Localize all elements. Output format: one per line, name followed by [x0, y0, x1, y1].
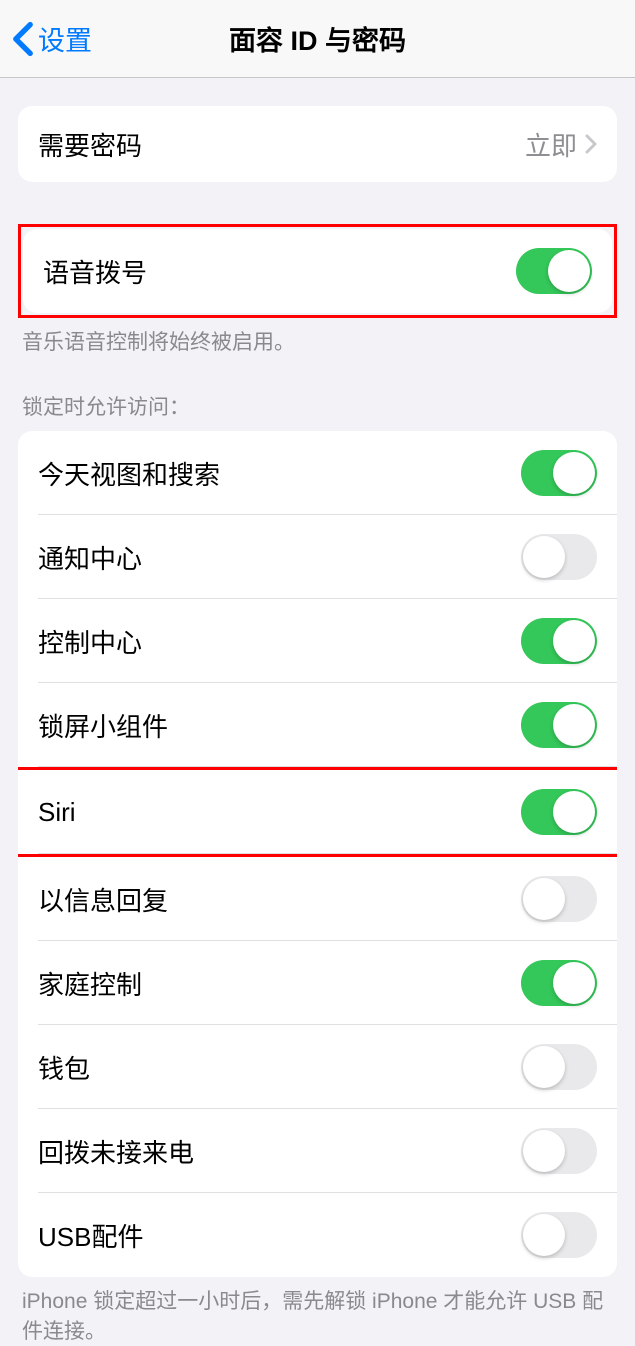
locked-access-list: 今天视图和搜索通知中心控制中心锁屏小组件 Siri 以信息回复家庭控制钱包回拨未接来… [18, 431, 617, 1277]
locked-access-row-回拨未接来电: 回拨未接来电 [18, 1109, 617, 1193]
locked-access-label: 通知中心 [38, 539, 142, 576]
locked-access-row-控制中心: 控制中心 [18, 599, 617, 683]
chevron-left-icon [12, 21, 34, 57]
locked-access-toggle-钱包[interactable] [521, 1044, 597, 1090]
locked-access-toggle-回拨未接来电[interactable] [521, 1128, 597, 1174]
locked-access-toggle-以信息回复[interactable] [521, 876, 597, 922]
separator [38, 853, 617, 854]
voice-dial-label: 语音拨号 [43, 253, 147, 290]
voice-dial-row: 语音拨号 [23, 229, 612, 313]
require-passcode-label: 需要密码 [38, 126, 142, 163]
page-title: 面容 ID 与密码 [229, 19, 406, 58]
require-passcode-row[interactable]: 需要密码 立即 [18, 106, 617, 182]
locked-access-label: 以信息回复 [38, 881, 168, 918]
locked-access-toggle-今天视图和搜索[interactable] [521, 450, 597, 496]
locked-access-row-以信息回复: 以信息回复 [18, 857, 617, 941]
locked-access-toggle-控制中心[interactable] [521, 618, 597, 664]
locked-access-row-今天视图和搜索: 今天视图和搜索 [18, 431, 617, 515]
locked-access-label: 钱包 [38, 1049, 90, 1086]
locked-access-toggle-锁屏小组件[interactable] [521, 702, 597, 748]
locked-access-toggle-通知中心[interactable] [521, 534, 597, 580]
locked-access-label: 家庭控制 [38, 965, 142, 1002]
require-passcode-value: 立即 [525, 126, 577, 163]
locked-access-label: Siri [38, 797, 76, 828]
back-button[interactable]: 设置 [0, 19, 92, 58]
voice-dial-highlight: 语音拨号 [18, 224, 617, 318]
locked-access-row-siri: Siri [18, 767, 617, 857]
locked-access-label: USB配件 [38, 1217, 143, 1254]
back-label: 设置 [38, 19, 92, 58]
locked-access-row-通知中心: 通知中心 [18, 515, 617, 599]
navigation-bar: 设置 面容 ID 与密码 [0, 0, 635, 78]
locked-access-toggle-家庭控制[interactable] [521, 960, 597, 1006]
locked-access-header: 锁定时允许访问： [0, 391, 635, 431]
locked-access-toggle-siri[interactable] [521, 789, 597, 835]
locked-access-label: 今天视图和搜索 [38, 455, 220, 492]
locked-access-toggle-usb配件[interactable] [521, 1212, 597, 1258]
voice-dial-footer: 音乐语音控制将始终被启用。 [0, 318, 635, 357]
locked-access-row-锁屏小组件: 锁屏小组件 [18, 683, 617, 767]
locked-access-label: 控制中心 [38, 623, 142, 660]
locked-access-label: 锁屏小组件 [38, 707, 168, 744]
chevron-right-icon [585, 134, 597, 154]
locked-access-row-usb配件: USB配件 [18, 1193, 617, 1277]
locked-access-label: 回拨未接来电 [38, 1133, 194, 1170]
voice-dial-toggle[interactable] [516, 248, 592, 294]
locked-access-row-钱包: 钱包 [18, 1025, 617, 1109]
locked-access-row-家庭控制: 家庭控制 [18, 941, 617, 1025]
locked-access-footer: iPhone 锁定超过一小时后，需先解锁 iPhone 才能允许 USB 配件连… [0, 1277, 635, 1346]
